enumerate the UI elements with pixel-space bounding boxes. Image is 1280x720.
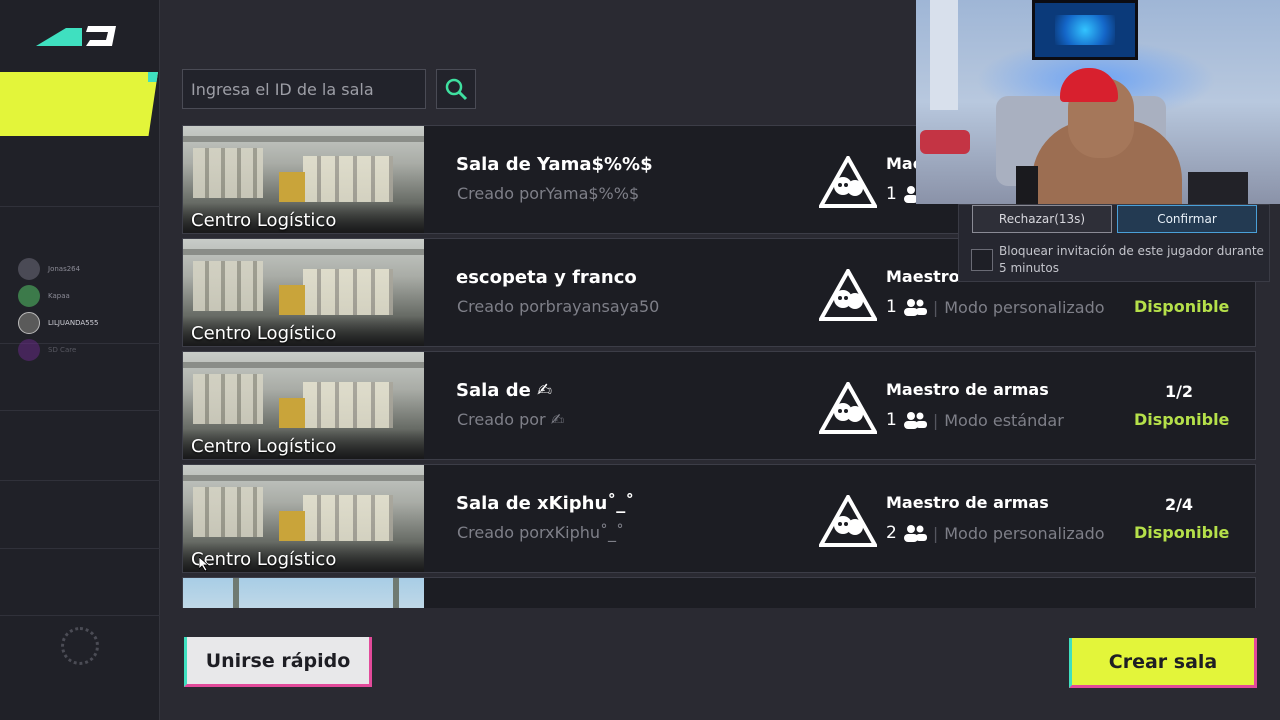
mode-meta: 1 | Modo personalizado (886, 297, 1105, 317)
player-count: 2 (886, 523, 897, 543)
active-nav-tab[interactable] (0, 72, 158, 136)
reject-button[interactable]: Rechazar(13s) (972, 205, 1112, 233)
friend-item-active[interactable]: LILJUANDA555 (18, 312, 99, 334)
room-row[interactable]: Centro Logístico Sala de ✍ Creado por ✍ … (182, 351, 1256, 460)
submode: Modo estándar (944, 410, 1064, 430)
create-room-button[interactable]: Crear sala (1069, 638, 1257, 688)
room-creator: Creado porxKiphu˚_˚ (457, 523, 625, 542)
friend-item[interactable]: Jonas264 (18, 258, 80, 280)
map-thumbnail: Centro Logístico (183, 352, 424, 459)
players-icon (903, 412, 927, 429)
room-id-search[interactable] (182, 69, 426, 109)
room-row[interactable]: Centro Logístico Sala de xKiphu˚_˚ Cread… (182, 464, 1256, 573)
room-creator: Creado porbrayansaya50 (457, 297, 660, 316)
room-row[interactable] (182, 577, 1256, 608)
map-thumbnail: Centro Logístico (183, 239, 424, 346)
player-count: 1 (886, 184, 897, 204)
friend-name: Jonas264 (48, 265, 81, 273)
search-input[interactable] (183, 70, 425, 108)
map-name: Centro Logístico (191, 323, 337, 344)
room-name: Sala de ✍ (456, 380, 553, 401)
search-button[interactable] (436, 69, 476, 109)
sidebar-divider (0, 548, 160, 549)
friend-name: Kapaa (48, 292, 70, 300)
gun-master-mode-icon (819, 156, 877, 208)
room-creator: Creado por ✍ (457, 410, 565, 429)
confirm-button[interactable]: Confirmar (1117, 205, 1257, 233)
gun-master-mode-icon (819, 269, 877, 321)
streamer-webcam (916, 0, 1280, 204)
block-invite-checkbox[interactable] (971, 249, 993, 271)
friend-name: SD Care (48, 346, 77, 354)
mode-meta: 1 | Modo estándar (886, 410, 1064, 430)
avatar (18, 339, 40, 361)
search-icon (445, 78, 468, 101)
room-slots: 1/2 (1164, 382, 1194, 401)
divider: | (932, 523, 939, 543)
sidebar-divider (0, 480, 160, 481)
mode-meta: 2 | Modo personalizado (886, 523, 1105, 543)
room-slots: 2/4 (1164, 495, 1194, 514)
invite-popup: Rechazar(13s) Confirmar Bloquear invitac… (958, 204, 1270, 282)
room-name: Sala de Yama$%%$ (456, 154, 653, 175)
gun-master-mode-icon (819, 495, 877, 547)
mode-name: Maestro (886, 267, 960, 286)
sidebar-divider (0, 615, 160, 616)
map-thumbnail (183, 578, 424, 608)
divider: | (932, 297, 939, 317)
avatar (18, 312, 40, 334)
avatar (18, 285, 40, 307)
map-name: Centro Logístico (191, 436, 337, 457)
map-thumbnail: Centro Logístico (183, 126, 424, 233)
room-name: Sala de xKiphu˚_˚ (456, 493, 635, 514)
room-status: Disponible (1134, 410, 1230, 429)
submode: Modo personalizado (944, 523, 1105, 543)
gun-master-mode-icon (819, 382, 877, 434)
map-name: Centro Logístico (191, 549, 337, 570)
quick-join-button[interactable]: Unirse rápido (184, 637, 372, 687)
block-invite-label: Bloquear invitación de este jugador dura… (999, 244, 1264, 275)
friend-item[interactable]: SD Care (18, 339, 76, 361)
avatar (18, 258, 40, 280)
room-status: Disponible (1134, 523, 1230, 542)
room-name: escopeta y franco (456, 267, 637, 288)
divider: | (932, 410, 939, 430)
players-icon (903, 299, 927, 316)
players-icon (903, 525, 927, 542)
sidebar-divider (0, 410, 160, 411)
submode: Modo personalizado (944, 297, 1105, 317)
mode-name: Maestro de armas (886, 493, 1049, 512)
sidebar-divider (0, 206, 160, 207)
mouse-cursor-icon (199, 557, 209, 571)
player-count: 1 (886, 297, 897, 317)
map-name: Centro Logístico (191, 210, 337, 231)
room-creator: Creado porYama$%%$ (457, 184, 640, 203)
player-count: 1 (886, 410, 897, 430)
friend-item[interactable]: Kapaa (18, 285, 70, 307)
friend-name: LILJUANDA555 (48, 319, 99, 327)
sidebar: Jonas264 Kapaa LILJUANDA555 SD Care (0, 0, 160, 720)
room-status: Disponible (1134, 297, 1230, 316)
game-logo (36, 26, 116, 46)
mode-name: Maestro de armas (886, 380, 1049, 399)
map-thumbnail: Centro Logístico (183, 465, 424, 572)
loading-spinner-icon (61, 627, 99, 665)
